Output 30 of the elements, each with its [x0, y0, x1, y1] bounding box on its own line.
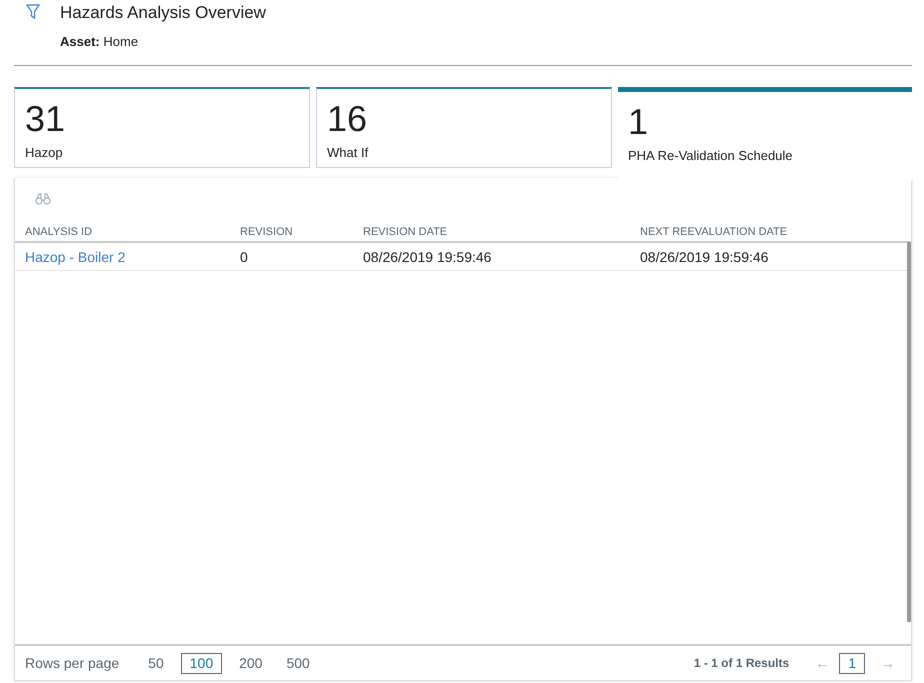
- asset-label: Asset:: [60, 34, 100, 49]
- tile-count: 31: [25, 99, 66, 139]
- table-cell-text: 08/26/2019 19:59:46: [640, 248, 770, 264]
- binoculars-icon[interactable]: [35, 193, 51, 205]
- page-number-button[interactable]: 1: [839, 652, 865, 674]
- count-tile[interactable]: 31 Hazop: [14, 87, 310, 168]
- count-tile[interactable]: 16 What If: [316, 87, 612, 168]
- column-header[interactable]: NEXT REEVALUATION DATE: [640, 226, 911, 238]
- rows-per-page-label: Rows per page: [25, 655, 120, 671]
- filter-icon[interactable]: [26, 4, 40, 20]
- tile-label: PHA Re-Validation Schedule: [628, 148, 794, 163]
- page-size-option[interactable]: 50: [141, 652, 171, 674]
- table-cell-text: 08/26/2019 19:59:46: [363, 248, 492, 264]
- analysis-link[interactable]: Hazop - Boiler 2: [25, 248, 126, 264]
- tile-count: 1: [628, 102, 650, 142]
- column-header[interactable]: REVISION DATE: [363, 226, 640, 238]
- tile-count: 16: [327, 99, 368, 139]
- page-size-option[interactable]: 500: [279, 652, 317, 674]
- scrollbar[interactable]: [907, 242, 911, 622]
- page-size-option[interactable]: 100: [180, 652, 222, 674]
- column-header[interactable]: ANALYSIS ID: [25, 226, 240, 238]
- results-count: 1 - 1 of 1 Results: [694, 656, 790, 670]
- page-title: Hazards Analysis Overview: [60, 4, 266, 22]
- tile-label: What If: [327, 145, 370, 160]
- asset-value: Home: [103, 34, 138, 49]
- table-cell-text: 0: [240, 248, 249, 264]
- tile-label: Hazop: [25, 145, 64, 160]
- count-tile[interactable]: 1 PHA Re-Validation Schedule: [618, 87, 912, 181]
- page-size-option[interactable]: 200: [232, 652, 270, 674]
- column-header[interactable]: REVISION: [240, 226, 363, 238]
